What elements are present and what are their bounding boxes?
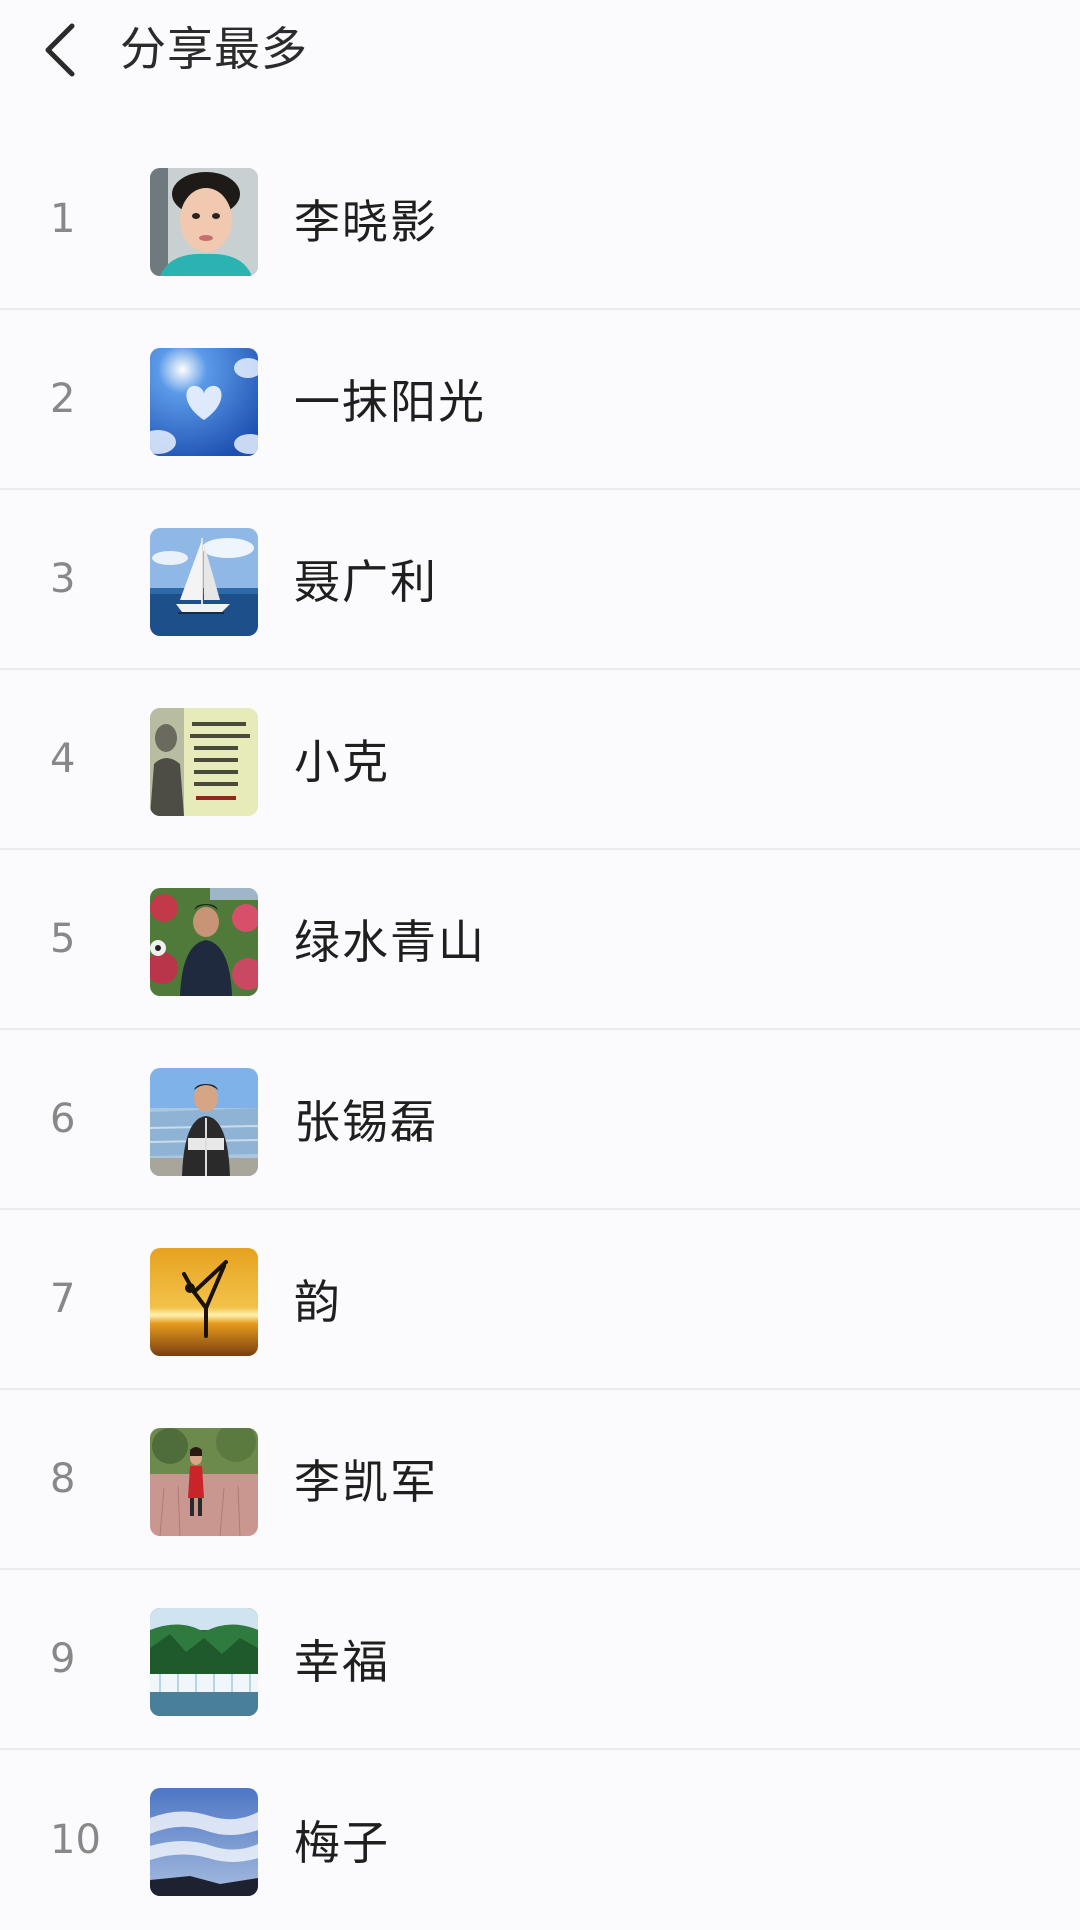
- avatar: [150, 348, 258, 456]
- avatar: [150, 1248, 258, 1356]
- user-name: 韵: [294, 1275, 342, 1329]
- sunset-dancer-avatar: [150, 1248, 258, 1356]
- rank-number: 3: [50, 556, 76, 602]
- user-name: 聂广利: [294, 555, 438, 609]
- list-item[interactable]: 2 一抹阳光: [0, 310, 1080, 490]
- list-item[interactable]: 8 李凯军: [0, 1390, 1080, 1570]
- list-item[interactable]: 9 幸福: [0, 1570, 1080, 1750]
- avatar: [150, 1068, 258, 1176]
- user-name: 小克: [294, 735, 390, 789]
- user-name: 李晓影: [294, 195, 438, 249]
- rank-number: 6: [50, 1096, 76, 1142]
- man-in-garden-avatar: [150, 888, 258, 996]
- back-button[interactable]: [30, 14, 90, 86]
- user-name: 一抹阳光: [294, 375, 486, 429]
- avatar: [150, 1608, 258, 1716]
- heart-cloud-sky-avatar: [150, 348, 258, 456]
- list-item[interactable]: 1 李晓影: [0, 130, 1080, 310]
- rank-number: 1: [50, 196, 76, 242]
- text-poster-avatar: [150, 708, 258, 816]
- avatar: [150, 528, 258, 636]
- list-item[interactable]: 5 绿水青山: [0, 850, 1080, 1030]
- avatar: [150, 1428, 258, 1536]
- avatar: [150, 168, 258, 276]
- cloud-sky-avatar: [150, 1788, 258, 1896]
- rank-number: 8: [50, 1456, 76, 1502]
- ranking-list: 1 李晓影 2 一抹阳光 3 聂广利 4 小克 5 绿水青山 6 张锡磊 7 韵…: [0, 130, 1080, 1930]
- rank-number: 10: [50, 1817, 101, 1863]
- user-name: 张锡磊: [294, 1095, 438, 1149]
- list-item[interactable]: 4 小克: [0, 670, 1080, 850]
- list-item[interactable]: 10 梅子: [0, 1750, 1080, 1930]
- user-name: 幸福: [294, 1635, 390, 1689]
- chevron-left-icon: [45, 23, 75, 77]
- list-item[interactable]: 7 韵: [0, 1210, 1080, 1390]
- waterfall-avatar: [150, 1608, 258, 1716]
- rank-number: 4: [50, 736, 76, 782]
- list-item[interactable]: 3 聂广利: [0, 490, 1080, 670]
- avatar: [150, 888, 258, 996]
- portrait-woman-avatar: [150, 168, 258, 276]
- sailboat-avatar: [150, 528, 258, 636]
- list-item[interactable]: 6 张锡磊: [0, 1030, 1080, 1210]
- woman-in-field-avatar: [150, 1428, 258, 1536]
- user-name: 李凯军: [294, 1455, 438, 1509]
- header: 分享最多: [0, 0, 1080, 120]
- rank-number: 7: [50, 1276, 76, 1322]
- avatar: [150, 708, 258, 816]
- man-at-stadium-avatar: [150, 1068, 258, 1176]
- avatar: [150, 1788, 258, 1896]
- rank-number: 9: [50, 1636, 76, 1682]
- rank-number: 5: [50, 916, 76, 962]
- user-name: 绿水青山: [294, 915, 486, 969]
- user-name: 梅子: [294, 1816, 390, 1870]
- page-title: 分享最多: [120, 22, 308, 76]
- rank-number: 2: [50, 376, 76, 422]
